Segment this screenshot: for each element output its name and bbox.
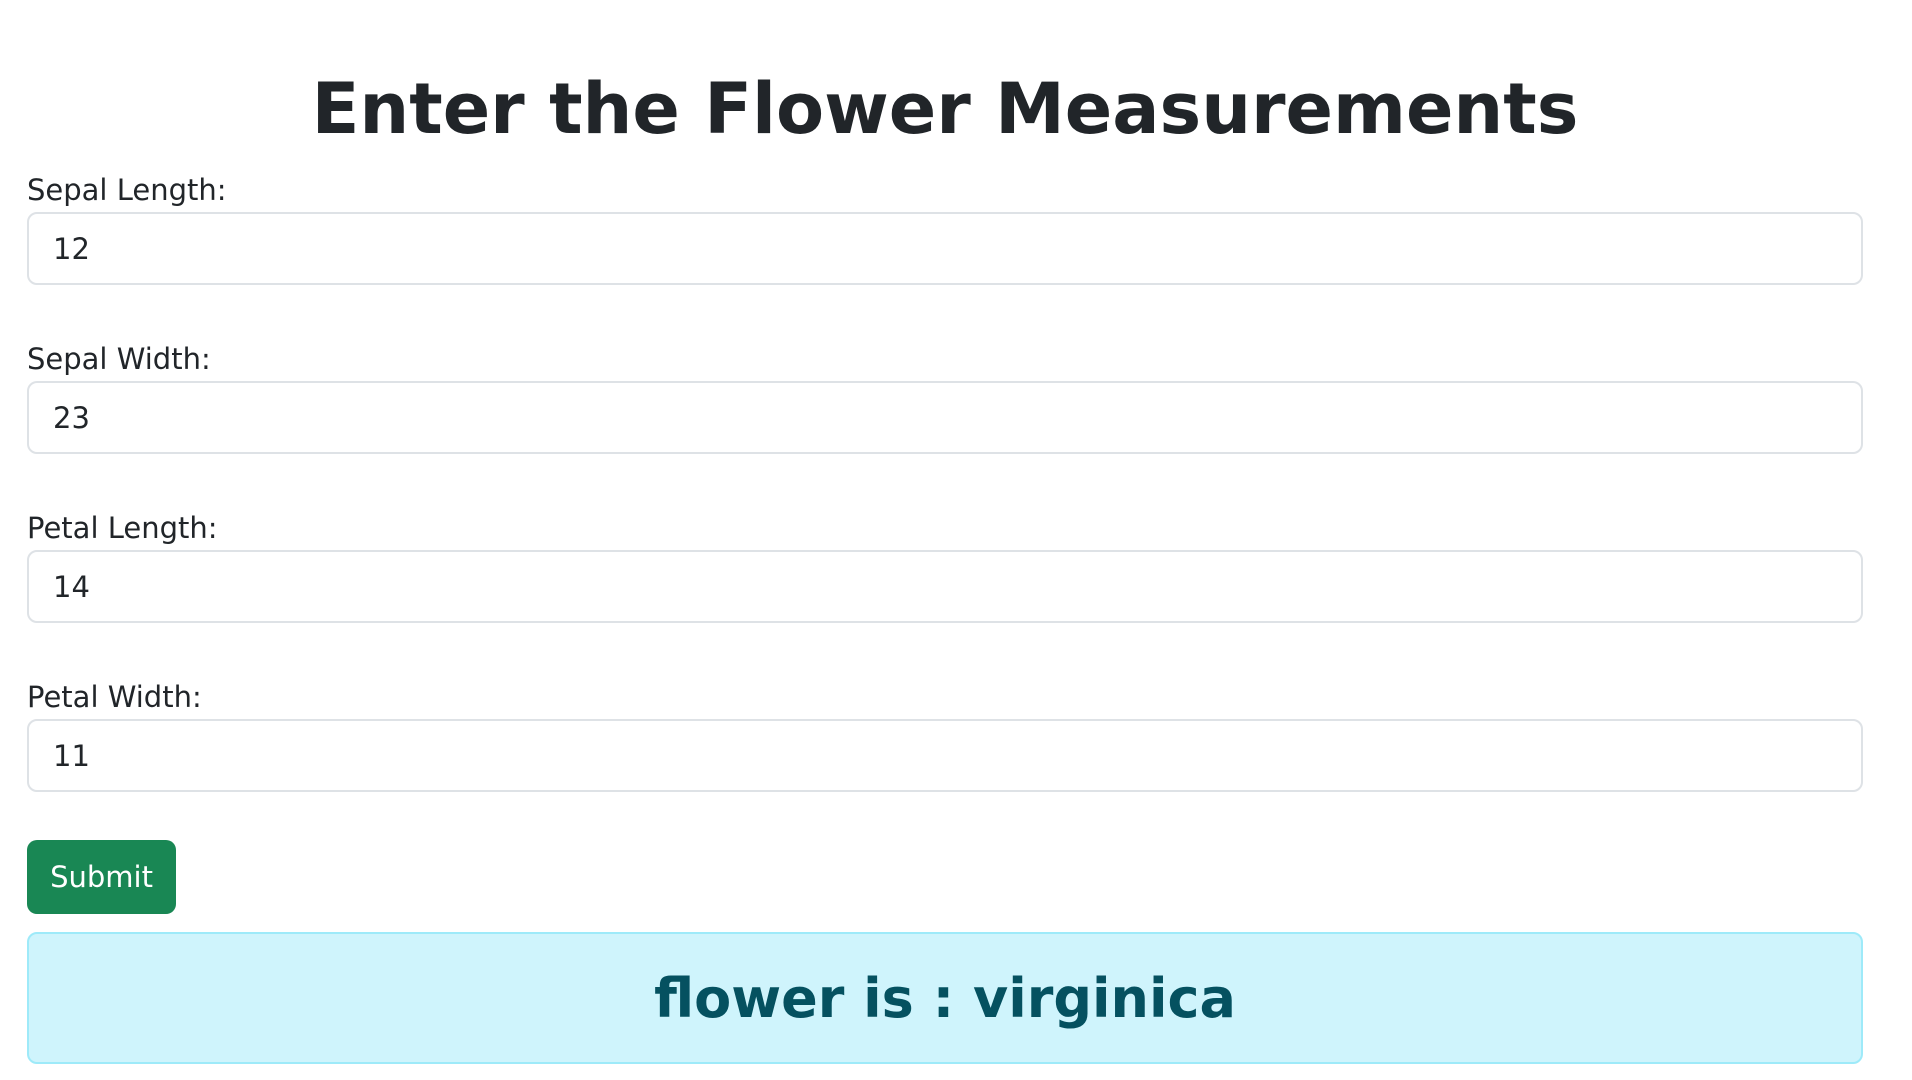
petal-width-input[interactable] [27, 719, 1863, 792]
sepal-length-input[interactable] [27, 212, 1863, 285]
submit-button[interactable]: Submit [27, 840, 176, 914]
petal-length-label: Petal Length: [27, 511, 218, 545]
sepal-width-label: Sepal Width: [27, 342, 211, 376]
prediction-result-text: flower is : virginica [654, 966, 1236, 1030]
sepal-width-input[interactable] [27, 381, 1863, 454]
page-title: Enter the Flower Measurements [311, 68, 1579, 150]
page-container: Enter the Flower Measurements Sepal Leng… [0, 0, 1912, 1080]
petal-width-label: Petal Width: [27, 680, 202, 714]
result-alert: flower is : virginica [27, 932, 1863, 1064]
petal-length-input[interactable] [27, 550, 1863, 623]
sepal-length-label: Sepal Length: [27, 173, 227, 207]
